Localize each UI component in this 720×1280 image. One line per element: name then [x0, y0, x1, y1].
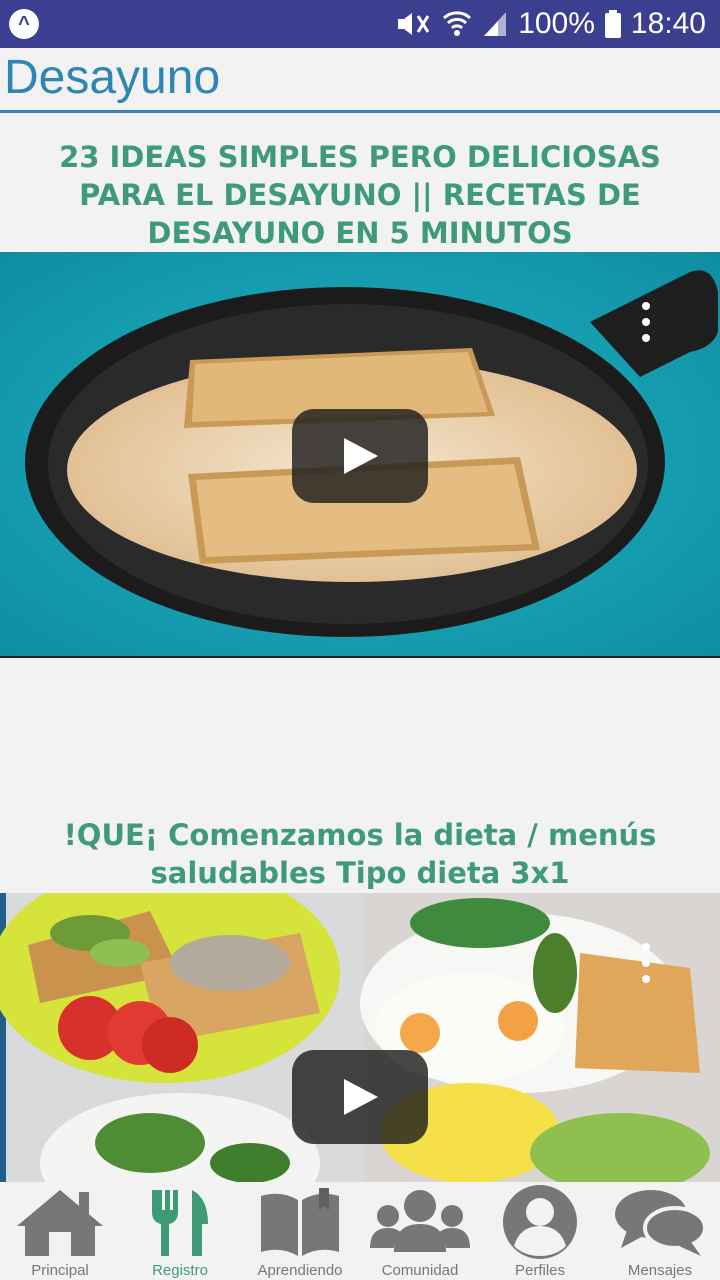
wifi-icon: [443, 11, 472, 36]
app-header: Desayuno: [0, 48, 720, 113]
profile-icon: [503, 1185, 577, 1259]
clock: 18:40: [630, 7, 706, 40]
play-button[interactable]: [292, 1050, 428, 1144]
bottom-navigation: Principal Registro Aprendiendo Comunidad…: [0, 1182, 720, 1280]
signal-icon: [484, 12, 507, 36]
book-icon: [261, 1188, 339, 1256]
home-icon: [17, 1190, 103, 1256]
nav-item-perfiles[interactable]: Perfiles: [480, 1182, 600, 1280]
play-icon: [344, 438, 378, 474]
group-icon: [370, 1190, 470, 1252]
video-thumbnail[interactable]: [0, 252, 720, 658]
status-bar: ^ 100% 18:40: [0, 0, 720, 48]
nav-item-aprendiendo[interactable]: Aprendiendo: [240, 1182, 360, 1280]
battery-icon: [604, 10, 621, 38]
nav-item-registro[interactable]: Registro: [120, 1182, 240, 1280]
nav-item-principal[interactable]: Principal: [0, 1182, 120, 1280]
more-options-icon[interactable]: [636, 302, 656, 342]
battery-percentage: 100%: [518, 7, 595, 40]
app-logo-icon: ^: [9, 9, 39, 39]
page-title: Desayuno: [4, 51, 221, 104]
play-button[interactable]: [292, 409, 428, 503]
video-title: !QUE¡ Comenzamos la dieta / menús saluda…: [63, 818, 657, 890]
video-thumbnail[interactable]: [0, 893, 720, 1182]
nav-item-comunidad[interactable]: Comunidad: [360, 1182, 480, 1280]
more-options-icon[interactable]: [636, 943, 656, 983]
play-icon: [344, 1079, 378, 1115]
mute-icon: [398, 13, 430, 35]
video-title: 23 IDEAS SIMPLES PERO DELICIOSAS PARA EL…: [59, 140, 661, 250]
fork-knife-icon: [152, 1190, 208, 1256]
chat-icon: [615, 1190, 707, 1256]
nav-item-mensajes[interactable]: Mensajes: [600, 1182, 720, 1280]
